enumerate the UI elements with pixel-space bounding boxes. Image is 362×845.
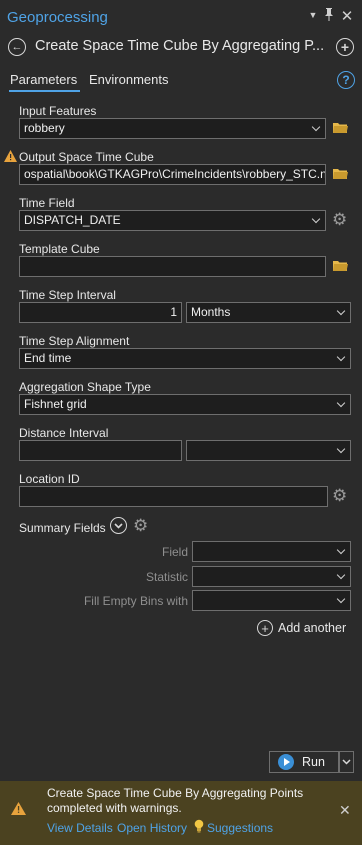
time-step-interval-label: Time Step Interval — [19, 288, 116, 302]
output-cube-label: Output Space Time Cube — [19, 150, 154, 164]
notification-warning-icon — [11, 802, 26, 818]
time-field-gear-icon[interactable]: ⚙ — [332, 211, 347, 228]
run-label: Run — [302, 755, 325, 769]
time-step-interval-number: 1 — [170, 305, 177, 319]
help-icon[interactable]: ? — [337, 71, 355, 89]
summary-field-dropdown[interactable] — [192, 541, 351, 562]
time-field-label: Time Field — [19, 196, 75, 210]
plus-icon: + — [340, 39, 350, 55]
tab-environments[interactable]: Environments — [89, 72, 168, 87]
close-pane-icon[interactable]: ✕ — [340, 7, 354, 25]
summary-fields-gear-icon[interactable]: ⚙ — [133, 517, 148, 534]
tool-title: Create Space Time Cube By Aggregating P.… — [35, 38, 325, 54]
view-details-link[interactable]: View Details — [47, 821, 113, 835]
input-features-value: robbery — [24, 121, 65, 135]
output-cube-browse-button[interactable] — [333, 168, 348, 182]
plus-circle-icon: + — [257, 620, 273, 636]
run-options-dropdown[interactable] — [339, 751, 354, 773]
open-history-link[interactable]: Open History — [117, 821, 187, 835]
aggregation-shape-dropdown[interactable]: Fishnet grid — [19, 394, 351, 415]
time-step-interval-unit-dropdown[interactable]: Months — [186, 302, 351, 323]
folder-icon — [333, 123, 348, 133]
summary-fields-label: Summary Fields — [19, 521, 106, 535]
summary-statistic-label: Statistic — [145, 570, 188, 584]
arrow-left-icon: ← — [11, 40, 23, 53]
distance-interval-input[interactable] — [19, 440, 182, 461]
template-cube-browse-button[interactable] — [333, 260, 348, 274]
run-button[interactable]: Run — [269, 751, 339, 773]
play-icon — [278, 754, 294, 770]
pin-icon[interactable] — [322, 8, 336, 24]
distance-interval-label: Distance Interval — [19, 426, 109, 440]
fill-empty-bins-dropdown[interactable] — [192, 590, 351, 611]
notification-message-line1: Create Space Time Cube By Aggregating Po… — [47, 786, 304, 800]
notification-message-line2: completed with warnings. — [47, 801, 182, 815]
lightbulb-icon — [194, 819, 204, 836]
fill-empty-bins-label: Fill Empty Bins with — [83, 594, 188, 608]
input-features-label: Input Features — [19, 104, 97, 118]
chevron-down-icon — [114, 522, 123, 529]
time-step-interval-unit: Months — [191, 305, 231, 319]
summary-field-label: Field — [161, 545, 188, 559]
chevron-down-icon — [342, 759, 351, 765]
template-cube-input[interactable] — [19, 256, 326, 277]
add-another-label: Add another — [278, 621, 347, 635]
add-another-button[interactable]: + Add another — [257, 620, 346, 636]
suggestions-link[interactable]: Suggestions — [207, 821, 273, 835]
pane-menu-dropdown-icon[interactable]: ▼ — [306, 10, 320, 20]
template-cube-label: Template Cube — [19, 242, 100, 256]
tab-parameters[interactable]: Parameters — [10, 72, 77, 87]
time-field-dropdown[interactable]: DISPATCH_DATE — [19, 210, 326, 231]
time-field-value: DISPATCH_DATE — [24, 213, 121, 227]
location-id-gear-icon[interactable]: ⚙ — [332, 487, 347, 504]
folder-icon — [333, 261, 348, 271]
active-tab-indicator — [9, 90, 80, 92]
summary-fields-expand-button[interactable] — [110, 517, 127, 534]
location-id-input[interactable] — [19, 486, 328, 507]
warning-icon[interactable] — [4, 150, 17, 165]
distance-interval-unit-dropdown[interactable] — [186, 440, 351, 461]
aggregation-shape-label: Aggregation Shape Type — [19, 380, 151, 394]
pane-title: Geoprocessing — [7, 9, 108, 26]
back-button[interactable]: ← — [8, 38, 26, 56]
output-cube-input[interactable]: ospatial\book\GTKAGPro\CrimeIncidents\ro… — [19, 164, 326, 185]
input-features-dropdown[interactable]: robbery — [19, 118, 326, 139]
time-step-alignment-label: Time Step Alignment — [19, 334, 130, 348]
folder-icon — [333, 169, 348, 179]
close-notification-icon[interactable]: ✕ — [339, 802, 351, 819]
time-step-interval-number-input[interactable]: 1 — [19, 302, 182, 323]
location-id-label: Location ID — [19, 472, 80, 486]
time-step-alignment-value: End time — [24, 351, 72, 365]
add-button[interactable]: + — [336, 38, 354, 56]
output-cube-value: ospatial\book\GTKAGPro\CrimeIncidents\ro… — [24, 167, 326, 181]
summary-statistic-dropdown[interactable] — [192, 566, 351, 587]
input-features-browse-button[interactable] — [333, 122, 348, 136]
aggregation-shape-value: Fishnet grid — [24, 397, 87, 411]
time-step-alignment-dropdown[interactable]: End time — [19, 348, 351, 369]
